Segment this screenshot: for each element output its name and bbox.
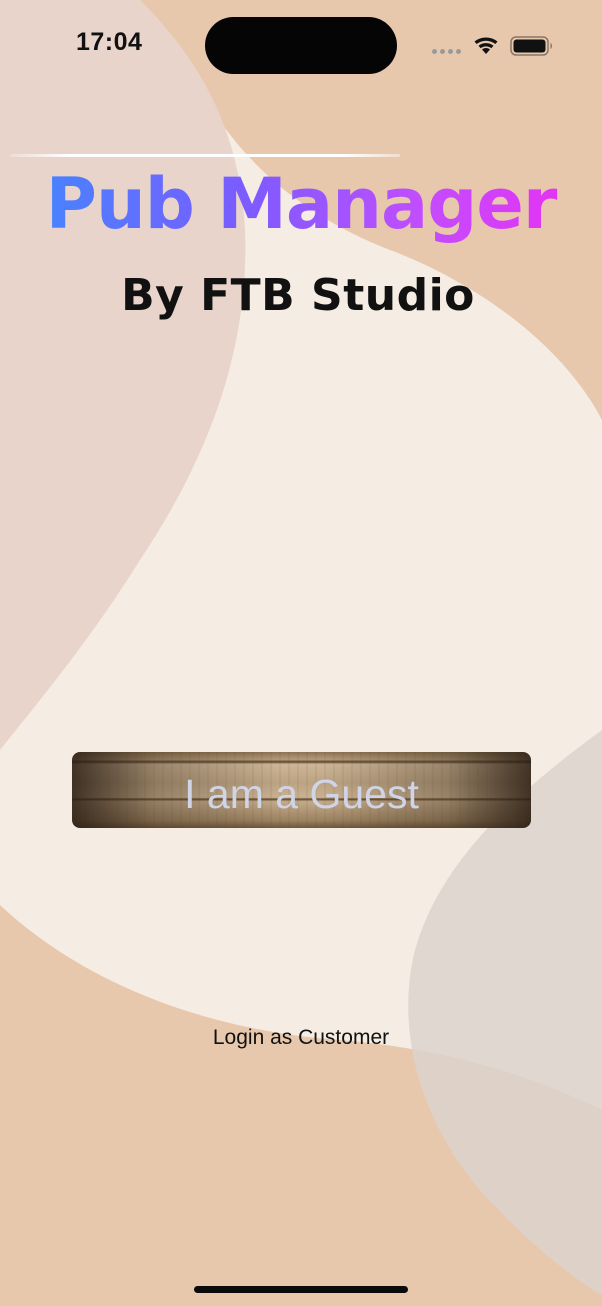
wifi-icon bbox=[474, 37, 498, 54]
status-time: 17:04 bbox=[76, 28, 143, 56]
dynamic-island bbox=[205, 17, 397, 74]
app-logo-title: Pub Manager bbox=[0, 166, 602, 243]
status-icons bbox=[430, 30, 555, 60]
guest-button-label: I am a Guest bbox=[184, 771, 419, 817]
battery-icon bbox=[510, 36, 552, 56]
logo-divider bbox=[10, 154, 400, 157]
status-bar: 17:04 bbox=[0, 0, 602, 90]
app-logo-subtitle: By FTB Studio bbox=[121, 270, 475, 321]
home-indicator[interactable] bbox=[194, 1286, 408, 1293]
login-as-customer-link[interactable]: Login as Customer bbox=[0, 1026, 602, 1050]
guest-button[interactable]: I am a Guest bbox=[72, 752, 531, 828]
signal-icon bbox=[432, 49, 461, 54]
